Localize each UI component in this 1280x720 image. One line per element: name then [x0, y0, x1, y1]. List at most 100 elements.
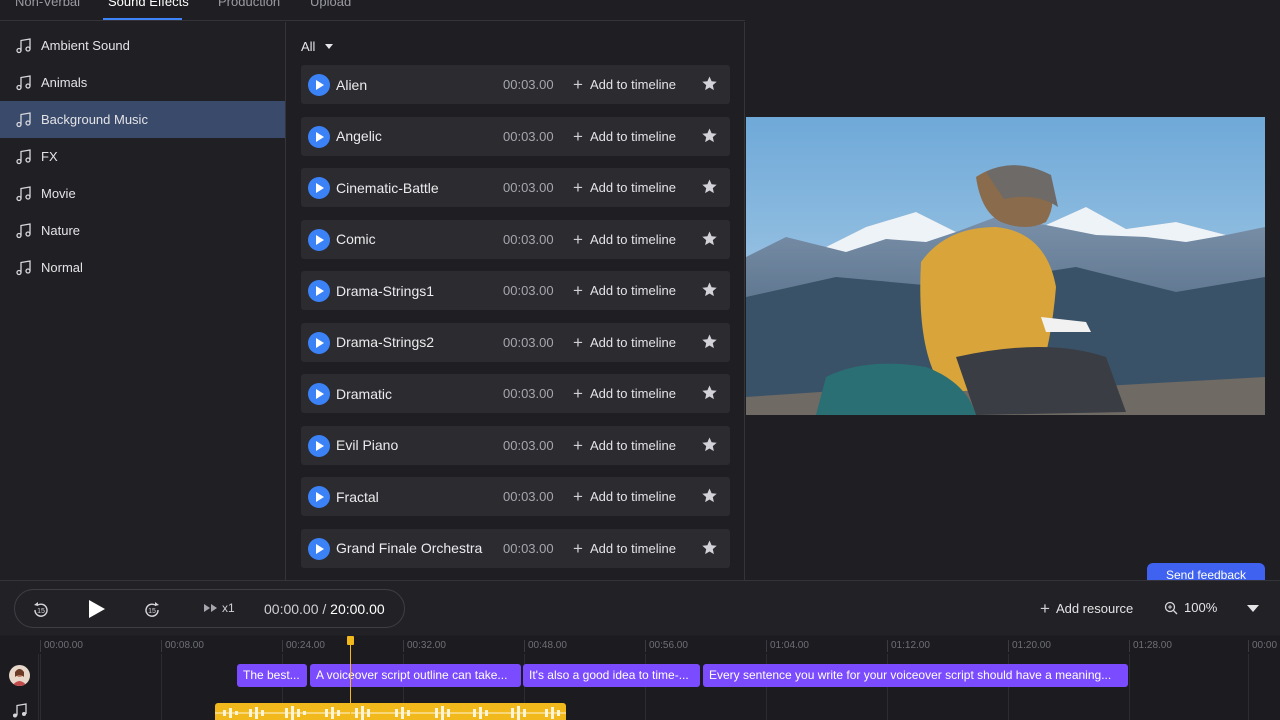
voiceover-clip[interactable]: Every sentence you write for your voiceo…	[703, 664, 1128, 687]
zoom-control[interactable]: 100%	[1164, 600, 1217, 615]
plus-icon: +	[573, 75, 583, 94]
video-preview[interactable]	[746, 117, 1265, 415]
add-to-timeline-button[interactable]: + Add to timeline	[573, 540, 676, 557]
sound-duration: 00:03.00	[503, 283, 554, 298]
play-icon[interactable]	[308, 74, 330, 96]
sound-row[interactable]: Drama-Strings1 00:03.00 + Add to timeline	[301, 271, 730, 310]
sound-row[interactable]: Cinematic-Battle 00:03.00 + Add to timeline	[301, 168, 730, 207]
voiceover-clip[interactable]: The best...	[237, 664, 307, 687]
add-to-timeline-label: Add to timeline	[589, 231, 676, 247]
sound-row[interactable]: Dramatic 00:03.00 + Add to timeline	[301, 374, 730, 413]
sound-row[interactable]: Grand Finale Orchestra 00:03.00 + Add to ti…	[301, 528, 730, 568]
speed-label: x1	[222, 601, 235, 615]
play-icon[interactable]	[308, 177, 330, 199]
sound-duration: 00:03.00	[503, 180, 554, 195]
music-note-icon	[15, 111, 32, 128]
add-resource-label: Add resource	[1055, 601, 1134, 616]
active-tab-indicator	[103, 18, 182, 20]
category-nature[interactable]: Nature	[0, 212, 285, 249]
zoom-level: 100%	[1184, 600, 1218, 615]
star-icon[interactable]	[701, 333, 718, 350]
playback-speed[interactable]: x1	[204, 601, 235, 615]
resource-tabs: Non-Verbal Sound Effects Production Uplo…	[0, 0, 745, 21]
time-separator: /	[318, 601, 331, 617]
ruler-tick: 00:56.00	[645, 640, 688, 652]
play-icon[interactable]	[308, 486, 330, 508]
audio-clip[interactable]	[215, 703, 566, 720]
add-to-timeline-button[interactable]: + Add to timeline	[573, 334, 676, 351]
play-icon[interactable]	[308, 537, 330, 560]
ruler-tick: 00:00.00	[40, 640, 83, 652]
playhead[interactable]	[350, 636, 351, 720]
sound-row[interactable]: Comic 00:03.00 + Add to timeline	[301, 219, 730, 259]
voiceover-clip[interactable]: A voiceover script outline can take...	[310, 664, 521, 687]
add-resource-button[interactable]: + Add resource	[1040, 600, 1133, 617]
category-background-music[interactable]: Background Music	[0, 101, 285, 138]
tab-production[interactable]: Production	[218, 0, 280, 9]
timeline[interactable]: 00:00 01:28.00 01:20.00 01:12.00 01:04.00 00:…	[0, 636, 1280, 720]
sound-name: Drama-Strings1	[336, 282, 435, 299]
ruler-tick: 00:24.00	[282, 640, 325, 652]
category-movie[interactable]: Movie	[0, 175, 285, 212]
rewind-15-icon[interactable]: 15	[31, 600, 51, 620]
add-to-timeline-button[interactable]: + Add to timeline	[573, 76, 676, 93]
playhead-handle[interactable]	[347, 636, 354, 645]
tab-non-verbal[interactable]: Non-Verbal	[15, 0, 80, 9]
play-icon[interactable]	[308, 228, 330, 251]
sound-row[interactable]: Drama-Strings2 00:03.00 + Add to timeline	[301, 322, 730, 362]
music-note-icon	[15, 259, 32, 276]
timeline-gridline	[40, 654, 41, 720]
tab-sound-effects[interactable]: Sound Effects	[108, 0, 189, 9]
plus-icon: +	[573, 178, 583, 197]
forward-15-icon[interactable]: 15	[142, 600, 162, 620]
add-to-timeline-button[interactable]: + Add to timeline	[573, 437, 676, 454]
add-to-timeline-label: Add to timeline	[589, 180, 676, 195]
category-normal[interactable]: Normal	[0, 249, 285, 286]
filter-dropdown[interactable]: All	[301, 39, 334, 54]
ruler-tick: 00:00	[1248, 640, 1277, 652]
play-icon[interactable]	[308, 434, 330, 457]
sound-duration: 00:03.00	[503, 334, 554, 350]
chevron-down-icon[interactable]	[1247, 605, 1259, 612]
star-icon[interactable]	[701, 178, 718, 195]
voiceover-clip[interactable]: It's also a good idea to time-...	[523, 664, 700, 687]
star-icon[interactable]	[701, 436, 718, 453]
category-ambient-sound[interactable]: Ambient Sound	[0, 27, 285, 64]
star-icon[interactable]	[701, 487, 718, 504]
play-icon[interactable]	[308, 125, 330, 148]
sound-row[interactable]: Alien 00:03.00 + Add to timeline	[301, 65, 730, 104]
star-icon[interactable]	[701, 281, 718, 298]
sound-name: Comic	[336, 231, 376, 247]
category-fx[interactable]: FX	[0, 138, 285, 175]
add-to-timeline-button[interactable]: + Add to timeline	[573, 488, 676, 505]
sound-name: Drama-Strings2	[336, 334, 435, 350]
star-icon[interactable]	[701, 127, 718, 144]
sound-row[interactable]: Angelic 00:03.00 + Add to timeline	[301, 116, 730, 156]
tab-upload[interactable]: Upload	[310, 0, 351, 9]
play-icon[interactable]	[308, 383, 330, 405]
category-animals[interactable]: Animals	[0, 64, 285, 101]
add-to-timeline-button[interactable]: + Add to timeline	[573, 282, 676, 299]
star-icon[interactable]	[701, 384, 718, 401]
music-track-icon	[11, 702, 28, 720]
music-note-icon	[15, 185, 32, 202]
play-icon[interactable]	[308, 331, 330, 354]
category-label: Movie	[41, 186, 76, 201]
sound-row[interactable]: Fractal 00:03.00 + Add to timeline	[301, 477, 730, 516]
sound-duration: 00:03.00	[503, 128, 554, 144]
play-icon[interactable]	[308, 280, 330, 302]
add-to-timeline-button[interactable]: + Add to timeline	[573, 385, 676, 402]
music-note-icon	[15, 37, 32, 54]
star-icon[interactable]	[701, 539, 718, 556]
star-icon[interactable]	[701, 230, 718, 247]
play-icon[interactable]	[86, 598, 108, 620]
add-to-timeline-button[interactable]: + Add to timeline	[573, 231, 676, 248]
sound-duration: 00:03.00	[503, 489, 554, 504]
timeline-gridline	[161, 654, 162, 720]
add-to-timeline-button[interactable]: + Add to timeline	[573, 128, 676, 145]
add-to-timeline-button[interactable]: + Add to timeline	[573, 179, 676, 196]
sound-row[interactable]: Evil Piano 00:03.00 + Add to timeline	[301, 425, 730, 465]
sound-duration: 00:03.00	[503, 77, 554, 92]
star-icon[interactable]	[701, 75, 718, 92]
add-to-timeline-label: Add to timeline	[589, 77, 676, 92]
